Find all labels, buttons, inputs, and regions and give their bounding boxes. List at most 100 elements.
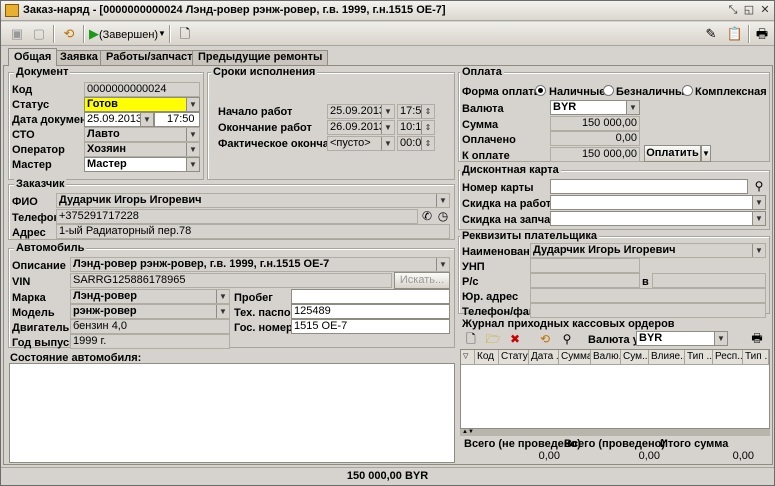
radio-noncash[interactable] — [603, 85, 614, 96]
master-select[interactable]: Мастер ▼ — [84, 157, 200, 172]
delete-icon[interactable]: ✖ — [507, 332, 523, 346]
chevron-down-icon[interactable]: ▼ — [436, 258, 449, 271]
chevron-down-icon[interactable]: ▼ — [626, 101, 639, 114]
engine-label: Двигатель — [12, 322, 70, 334]
tab-general[interactable]: Общая — [8, 48, 58, 66]
spinner-icon[interactable]: ⇕ — [421, 105, 434, 118]
spinner-icon[interactable]: ⇕ — [421, 137, 434, 150]
fio-select[interactable]: Дударчик Игорь Игоревич ▼ — [56, 193, 450, 208]
refresh-icon[interactable]: ⟲ — [537, 332, 553, 346]
radio-complex-label[interactable]: Комплексная — [695, 86, 767, 98]
chevron-down-icon[interactable]: ▼ — [381, 105, 394, 118]
minimize-icon[interactable]: ⤡ — [726, 4, 740, 17]
document-icon[interactable]: 🗋 — [175, 24, 195, 44]
splitter-handle[interactable]: ▲▼ — [460, 429, 770, 436]
card-search-icon[interactable]: ⚲ — [751, 179, 767, 193]
works-discount-select[interactable]: ▼ — [550, 195, 766, 210]
maximize-icon[interactable]: ◱ — [742, 4, 756, 17]
chevron-down-icon[interactable]: ▼ — [186, 128, 199, 141]
card-field[interactable] — [550, 179, 748, 194]
chevron-down-icon[interactable]: ▼ — [381, 137, 394, 150]
radio-noncash-label[interactable]: Безналичные — [616, 86, 691, 98]
chevron-down-icon[interactable]: ▼ — [186, 143, 199, 156]
chevron-down-icon[interactable]: ▼ — [752, 244, 765, 257]
brand-select[interactable]: Лэнд-ровер ▼ — [70, 289, 230, 304]
actual-date-field[interactable]: <пусто> ▼ — [327, 136, 395, 151]
mileage-field[interactable] — [291, 289, 450, 304]
payer-name-select[interactable]: Дударчик Игорь Игоревич ▼ — [530, 243, 766, 258]
start-date-field[interactable]: 25.09.2013 ▼ — [327, 104, 395, 119]
status-button[interactable]: ▶(Завершен) — [89, 24, 165, 44]
vin-field: SARRG125886178965 — [70, 273, 392, 288]
chevron-down-icon[interactable]: ▼ — [714, 332, 727, 345]
chevron-down-icon[interactable]: ▼ — [140, 113, 153, 126]
currency-select[interactable]: BYR ▼ — [550, 100, 640, 115]
chevron-down-icon[interactable]: ▼ — [216, 305, 229, 318]
phone-icon[interactable]: ✆ — [420, 209, 434, 223]
radio-complex[interactable] — [682, 85, 693, 96]
printer-icon[interactable]: 🖶 — [752, 24, 772, 44]
chevron-down-icon[interactable]: ▼ — [381, 121, 394, 134]
col-resp[interactable]: Респ... — [713, 350, 743, 364]
phone-label: Телефон — [12, 212, 61, 224]
print-preview-icon[interactable]: ✎ — [701, 24, 721, 44]
pay-button[interactable]: Оплатить — [644, 145, 701, 162]
chevron-down-icon[interactable]: ▼ — [752, 212, 765, 225]
tab-request[interactable]: Заявка — [54, 50, 104, 65]
col-code[interactable]: Код — [475, 350, 499, 364]
chevron-down-icon[interactable]: ▼ — [186, 158, 199, 171]
search-vin-button[interactable]: Искать... — [394, 272, 450, 289]
status-dropdown-icon[interactable]: ▼ — [158, 24, 167, 44]
printer-icon[interactable]: 🖶 — [749, 331, 765, 345]
end-date-field[interactable]: 26.09.2013 ▼ — [327, 120, 395, 135]
chevron-down-icon[interactable]: ▼ — [752, 196, 765, 209]
col-currency[interactable]: Валю... — [591, 350, 621, 364]
model-select[interactable]: рэнж-ровер ▼ — [70, 304, 230, 319]
pay-dropdown-icon[interactable]: ▼ — [701, 145, 711, 162]
tab-works-parts[interactable]: Работы/запчасти — [100, 50, 206, 65]
actual-time-field[interactable]: 00:00 ⇕ — [397, 136, 435, 151]
spinner-icon[interactable]: ⇕ — [421, 121, 434, 134]
clock-icon[interactable]: ◷ — [436, 209, 450, 223]
chevron-down-icon[interactable]: ▼ — [436, 194, 449, 207]
address-label: Адрес — [12, 227, 46, 239]
save-icon[interactable]: ▣ — [7, 24, 27, 44]
sort-icon[interactable]: ▽ — [461, 350, 475, 364]
col-type2[interactable]: Тип ... — [743, 350, 769, 364]
radio-cash-label[interactable]: Наличные — [549, 86, 605, 98]
desc-select[interactable]: Лэнд-ровер рэнж-ровер, г.в. 1999, г.н.15… — [70, 257, 450, 272]
passport-field[interactable]: 125489 — [291, 304, 450, 319]
col-type[interactable]: Тип ... — [685, 350, 713, 364]
tab-previous-repairs[interactable]: Предыдущие ремонты — [192, 50, 329, 65]
search-icon[interactable]: ⚲ — [559, 332, 575, 346]
status-select[interactable]: Готов ▼ — [84, 97, 200, 112]
radio-cash[interactable] — [535, 85, 546, 96]
col-sum2[interactable]: Сум... — [621, 350, 649, 364]
operator-select[interactable]: Хозяин ▼ — [84, 142, 200, 157]
new-document-icon[interactable]: 🗋 — [463, 332, 479, 346]
date-field[interactable]: 25.09.2013 ▼ — [84, 112, 154, 127]
plate-field[interactable]: 1515 ОЕ-7 — [291, 319, 450, 334]
chevron-down-icon[interactable]: ▼ — [186, 98, 199, 111]
open-folder-icon[interactable]: 🗁 — [485, 332, 501, 346]
col-date[interactable]: Дата ... — [529, 350, 559, 364]
col-status[interactable]: Статус — [499, 350, 529, 364]
clipboard-icon[interactable]: 📋 — [725, 24, 745, 44]
discount-group-title: Дисконтная карта — [460, 164, 561, 176]
card-label: Номер карты — [462, 182, 534, 194]
col-sum[interactable]: Сумма — [559, 350, 591, 364]
col-affects[interactable]: Влияе... — [649, 350, 685, 364]
chevron-down-icon[interactable]: ▼ — [216, 290, 229, 303]
start-time-field[interactable]: 17:54 ⇕ — [397, 104, 435, 119]
journal-currency-select[interactable]: BYR ▼ — [636, 331, 728, 346]
end-time-field[interactable]: 10:17 ⇕ — [397, 120, 435, 135]
journal-table[interactable]: ▽ Код Статус Дата ... Сумма Валю... Сум.… — [460, 349, 770, 429]
condition-textarea[interactable] — [9, 363, 455, 463]
sto-select[interactable]: Лавто ▼ — [84, 127, 200, 142]
time-field[interactable]: 17:50 — [154, 112, 200, 127]
parts-discount-select[interactable]: ▼ — [550, 211, 766, 226]
refresh-icon[interactable]: ⟲ — [59, 24, 79, 44]
sum-field: 150 000,00 — [550, 116, 640, 131]
cancel-icon[interactable]: ▢ — [29, 24, 49, 44]
close-icon[interactable]: ✕ — [758, 4, 772, 17]
